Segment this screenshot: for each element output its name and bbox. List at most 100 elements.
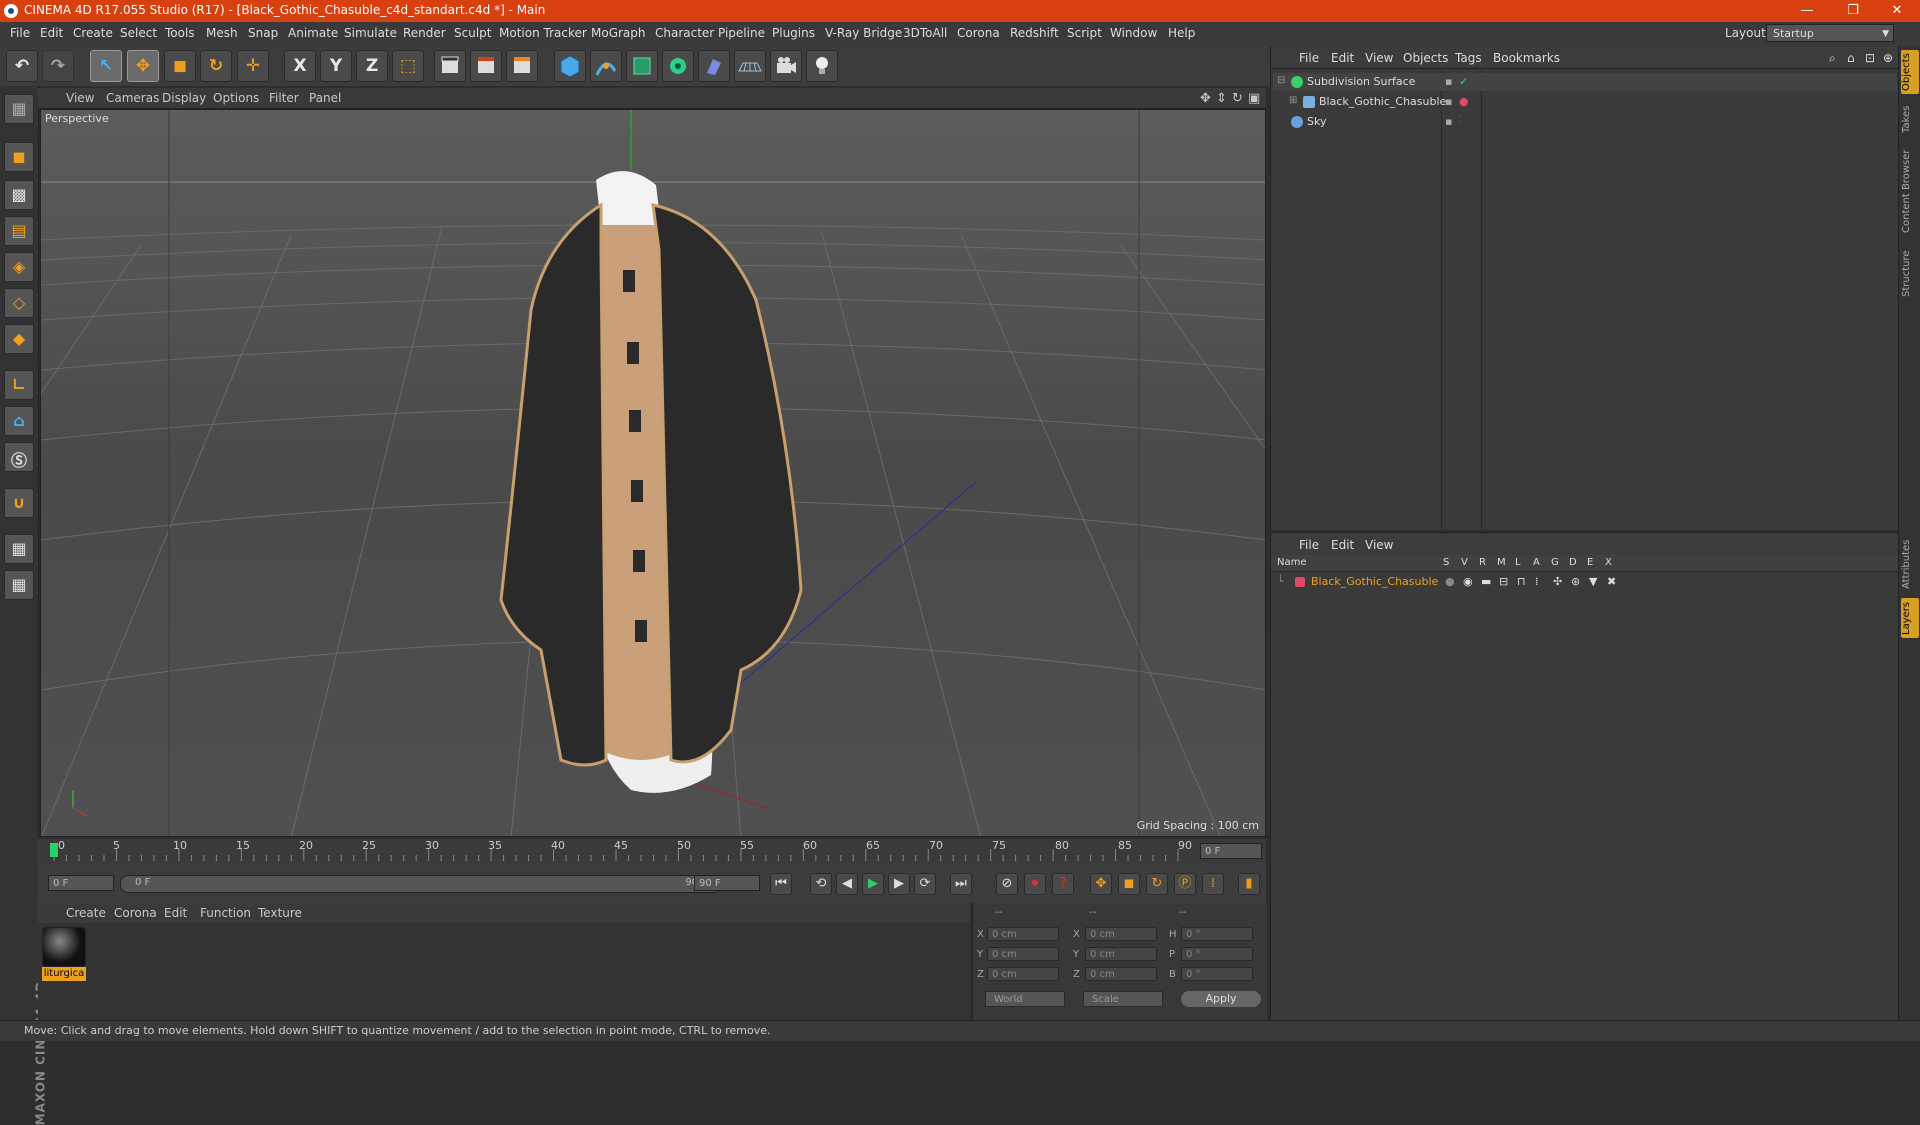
render-picture-viewer-button[interactable] [470,50,502,82]
eye-icon[interactable]: ◉ [1463,575,1473,588]
home-icon[interactable]: ⌂ [1847,51,1855,65]
pos-y-field[interactable]: 0 cm [987,947,1059,961]
tab-content-browser[interactable]: Content Browser [1901,146,1919,236]
close-button[interactable]: ✕ [1874,0,1920,22]
polygons-mode-button[interactable]: ◆ [4,324,34,354]
restore-button[interactable]: ❐ [1830,0,1876,22]
layers-menu-file[interactable]: File [1299,538,1319,552]
render-clapboard-icon[interactable]: ▬ [1481,575,1491,588]
rotation-key-button[interactable]: ↻ [1146,873,1168,895]
viewport-zoom-icon[interactable]: ⇕ [1216,91,1227,106]
deformer-button[interactable] [698,50,730,82]
expression-icon[interactable]: ▼ [1589,575,1597,588]
objects-menu-edit[interactable]: Edit [1331,51,1354,65]
coordinate-system-button[interactable]: ⬚ [392,50,424,82]
tab-attributes[interactable]: Attributes [1901,536,1919,592]
render-settings-button[interactable] [506,50,538,82]
pen-spline-button[interactable] [590,50,622,82]
menu-corona[interactable]: Corona [957,26,1000,40]
menu-vray-bridge[interactable]: V-Ray Bridge [825,26,902,40]
menu-tools[interactable]: Tools [165,26,195,40]
coordinate-space-dropdown[interactable]: World [985,991,1065,1007]
tweak-mode-button[interactable]: ⌂ [4,406,34,436]
tab-structure[interactable]: Structure [1901,246,1919,302]
model-mode-button[interactable]: ◼ [4,142,34,172]
manager-icon[interactable]: ⊟ [1499,575,1508,588]
menu-script[interactable]: Script [1067,26,1102,40]
objects-menu-view[interactable]: View [1365,51,1393,65]
start-frame-field[interactable]: 0 F [48,875,114,891]
collapse-icon[interactable]: ⊟ [1277,75,1285,86]
deformer-icon[interactable]: ⊛ [1571,575,1580,588]
material-menu-texture[interactable]: Texture [258,906,302,920]
subdivision-surface-button[interactable] [626,50,658,82]
scale-key-button[interactable]: ◼ [1118,873,1140,895]
size-y-field[interactable]: 0 cm [1085,947,1157,961]
record-keys-button[interactable]: ⊘ [996,873,1018,895]
menu-help[interactable]: Help [1168,26,1195,40]
move-tool-button[interactable]: ✥ [127,50,159,82]
redo-button[interactable]: ↷ [42,50,74,82]
layout-select[interactable]: Startup ▼ [1766,24,1894,42]
workplane-mode-button[interactable]: ▤ [4,216,34,246]
prev-key-button[interactable]: ⟲ [810,873,832,895]
points-mode-button[interactable]: ◈ [4,252,34,282]
make-editable-button[interactable]: ▦ [4,94,34,124]
rot-p-field[interactable]: 0 ° [1181,947,1253,961]
solo-mode-button[interactable]: Ⓢ [4,442,34,472]
menu-plugins[interactable]: Plugins [772,26,815,40]
object-row-subdivision-surface[interactable]: ⊟ Subdivision Surface ▪ ✓ [1273,73,1897,91]
go-to-start-button[interactable]: ⏮ [770,873,792,895]
position-key-button[interactable]: ✥ [1090,873,1112,895]
generator-icon[interactable]: ✣ [1553,575,1562,588]
play-button[interactable]: ▶ [862,873,884,895]
viewport-rotate-icon[interactable]: ↻ [1232,91,1243,106]
viewport-menu-panel[interactable]: Panel [309,91,341,105]
keyframe-selection-button[interactable]: ? [1052,873,1074,895]
frame-range-slider[interactable]: 0 F 90 F [120,875,722,893]
size-z-field[interactable]: 0 cm [1085,967,1157,981]
point-level-key-button[interactable]: ⁞ [1202,873,1224,895]
expand-icon[interactable]: ⊞ [1289,95,1297,106]
material-menu-create[interactable]: Create [66,906,106,920]
menu-redshift[interactable]: Redshift [1010,26,1059,40]
rot-b-field[interactable]: 0 ° [1181,967,1253,981]
menu-render[interactable]: Render [403,26,446,40]
pos-x-field[interactable]: 0 cm [987,927,1059,941]
pos-z-field[interactable]: 0 cm [987,967,1059,981]
perspective-viewport[interactable]: Perspective Grid Spacing : 100 cm [40,109,1266,837]
timeline-track[interactable]: 0 5 10 15 20 25 30 35 40 45 50 55 60 65 … [50,839,1192,864]
layers-menu-view[interactable]: View [1365,538,1393,552]
next-frame-button[interactable]: ▶ [888,873,910,895]
menu-file[interactable]: File [10,26,30,40]
z-axis-button[interactable]: Z [356,50,388,82]
viewport-menu-display[interactable]: Display [162,91,206,105]
object-row-sky[interactable]: Sky ▪ ⁚ [1273,113,1897,131]
recent-tool-button[interactable]: ✛ [237,50,269,82]
layer-row[interactable]: └ Black_Gothic_Chasuble ● ◉ ▬ ⊟ ⊓ ⁞ ✣ ⊛ … [1273,573,1897,591]
menu-pipeline[interactable]: Pipeline [718,26,765,40]
end-frame-field[interactable]: 90 F [694,875,760,891]
undo-button[interactable]: ↶ [6,50,38,82]
floor-object-button[interactable] [734,50,766,82]
objects-menu-tags[interactable]: Tags [1455,51,1482,65]
menu-character[interactable]: Character [655,26,714,40]
menu-mograph[interactable]: MoGraph [591,26,646,40]
planar-workplane-button[interactable]: ▦ [4,570,34,600]
menu-select[interactable]: Select [120,26,157,40]
search-icon[interactable]: ⌕ [1829,51,1836,66]
material-menu-edit[interactable]: Edit [164,906,187,920]
camera-object-button[interactable] [770,50,802,82]
parameter-key-button[interactable]: Ⓟ [1174,873,1196,895]
visibility-toggle-icon[interactable]: ▪ [1445,75,1452,88]
tab-takes[interactable]: Takes [1901,104,1919,134]
edges-mode-button[interactable]: ◇ [4,288,34,318]
menu-window[interactable]: Window [1110,26,1157,40]
viewport-menu-filter[interactable]: Filter [269,91,299,105]
light-object-button[interactable] [806,50,838,82]
layer-color-swatch[interactable] [1295,577,1305,587]
playhead[interactable] [50,843,58,857]
axis-mode-button[interactable]: ∟ [4,370,34,400]
render-view-button[interactable] [434,50,466,82]
auto-keying-button[interactable]: ⏺ [1024,873,1046,895]
